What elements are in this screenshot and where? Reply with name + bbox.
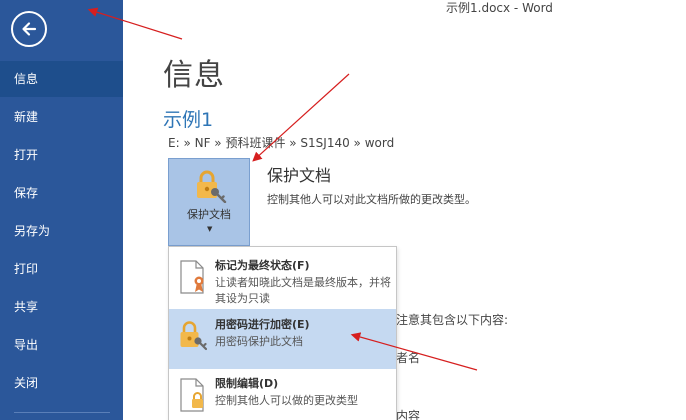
- mark-as-final-title: 标记为最终状态(F): [215, 259, 310, 272]
- document-path-breadcrumb[interactable]: E: » NF » 预科班课件 » S1SJ140 » word: [168, 134, 394, 151]
- backstage-sidebar: 信息 新建 打开 保存 另存为 打印 共享 导出 关闭: [0, 0, 123, 420]
- mark-as-final-desc: 让读者知晓此文档是最终版本，并将其设为只读: [215, 276, 391, 305]
- encrypt-with-password-desc: 用密码保护此文档: [215, 335, 303, 348]
- protect-document-dropdown: 标记为最终状态(F) 让读者知晓此文档是最终版本，并将其设为只读 用密码进行加密…: [168, 246, 397, 420]
- protect-document-heading: 保护文档: [267, 166, 332, 185]
- author-text-fragment: 者名: [396, 351, 421, 365]
- final-document-ribbon-icon: [180, 260, 204, 294]
- inspect-text-fragment: 注意其包含以下内容:: [396, 313, 509, 327]
- nav-item-save[interactable]: 保存: [0, 175, 123, 211]
- restrict-editing-title: 限制编辑(D): [215, 377, 279, 390]
- protect-document-description: 控制其他人可以对此文档所做的更改类型。: [267, 193, 476, 206]
- nav-item-print[interactable]: 打印: [0, 251, 123, 287]
- page-title: 信息: [163, 58, 225, 93]
- menu-item-restrict-editing[interactable]: 限制编辑(D) 控制其他人可以做的更改类型: [169, 368, 396, 420]
- content-text-fragment: 内容: [396, 409, 421, 420]
- nav-item-info[interactable]: 信息: [0, 61, 123, 97]
- nav-item-share[interactable]: 共享: [0, 289, 123, 325]
- restrict-editing-desc: 控制其他人可以做的更改类型: [215, 394, 358, 407]
- sidebar-divider: [14, 412, 110, 413]
- nav-item-close[interactable]: 关闭: [0, 365, 123, 401]
- lock-key-icon: [197, 170, 227, 203]
- protect-document-button-label: 保护文档: [187, 208, 231, 221]
- lock-key-icon: [180, 321, 207, 351]
- back-arrow-icon: [22, 22, 37, 36]
- nav-item-save-as[interactable]: 另存为: [0, 213, 123, 249]
- nav-item-new[interactable]: 新建: [0, 99, 123, 135]
- window-title: 示例1.docx - Word: [446, 1, 553, 15]
- nav-item-export[interactable]: 导出: [0, 327, 123, 363]
- nav-item-open[interactable]: 打开: [0, 137, 123, 173]
- encrypt-with-password-title: 用密码进行加密(E): [215, 318, 310, 331]
- restrict-document-lock-icon: [180, 378, 204, 412]
- document-name: 示例1: [163, 109, 214, 131]
- protect-document-button[interactable]: 保护文档 ▼: [168, 158, 250, 246]
- menu-item-encrypt-with-password[interactable]: 用密码进行加密(E) 用密码保护此文档: [169, 309, 396, 369]
- back-button[interactable]: [11, 11, 47, 47]
- menu-item-mark-as-final[interactable]: 标记为最终状态(F) 让读者知晓此文档是最终版本，并将其设为只读: [169, 250, 396, 310]
- chevron-down-icon: ▼: [207, 225, 213, 233]
